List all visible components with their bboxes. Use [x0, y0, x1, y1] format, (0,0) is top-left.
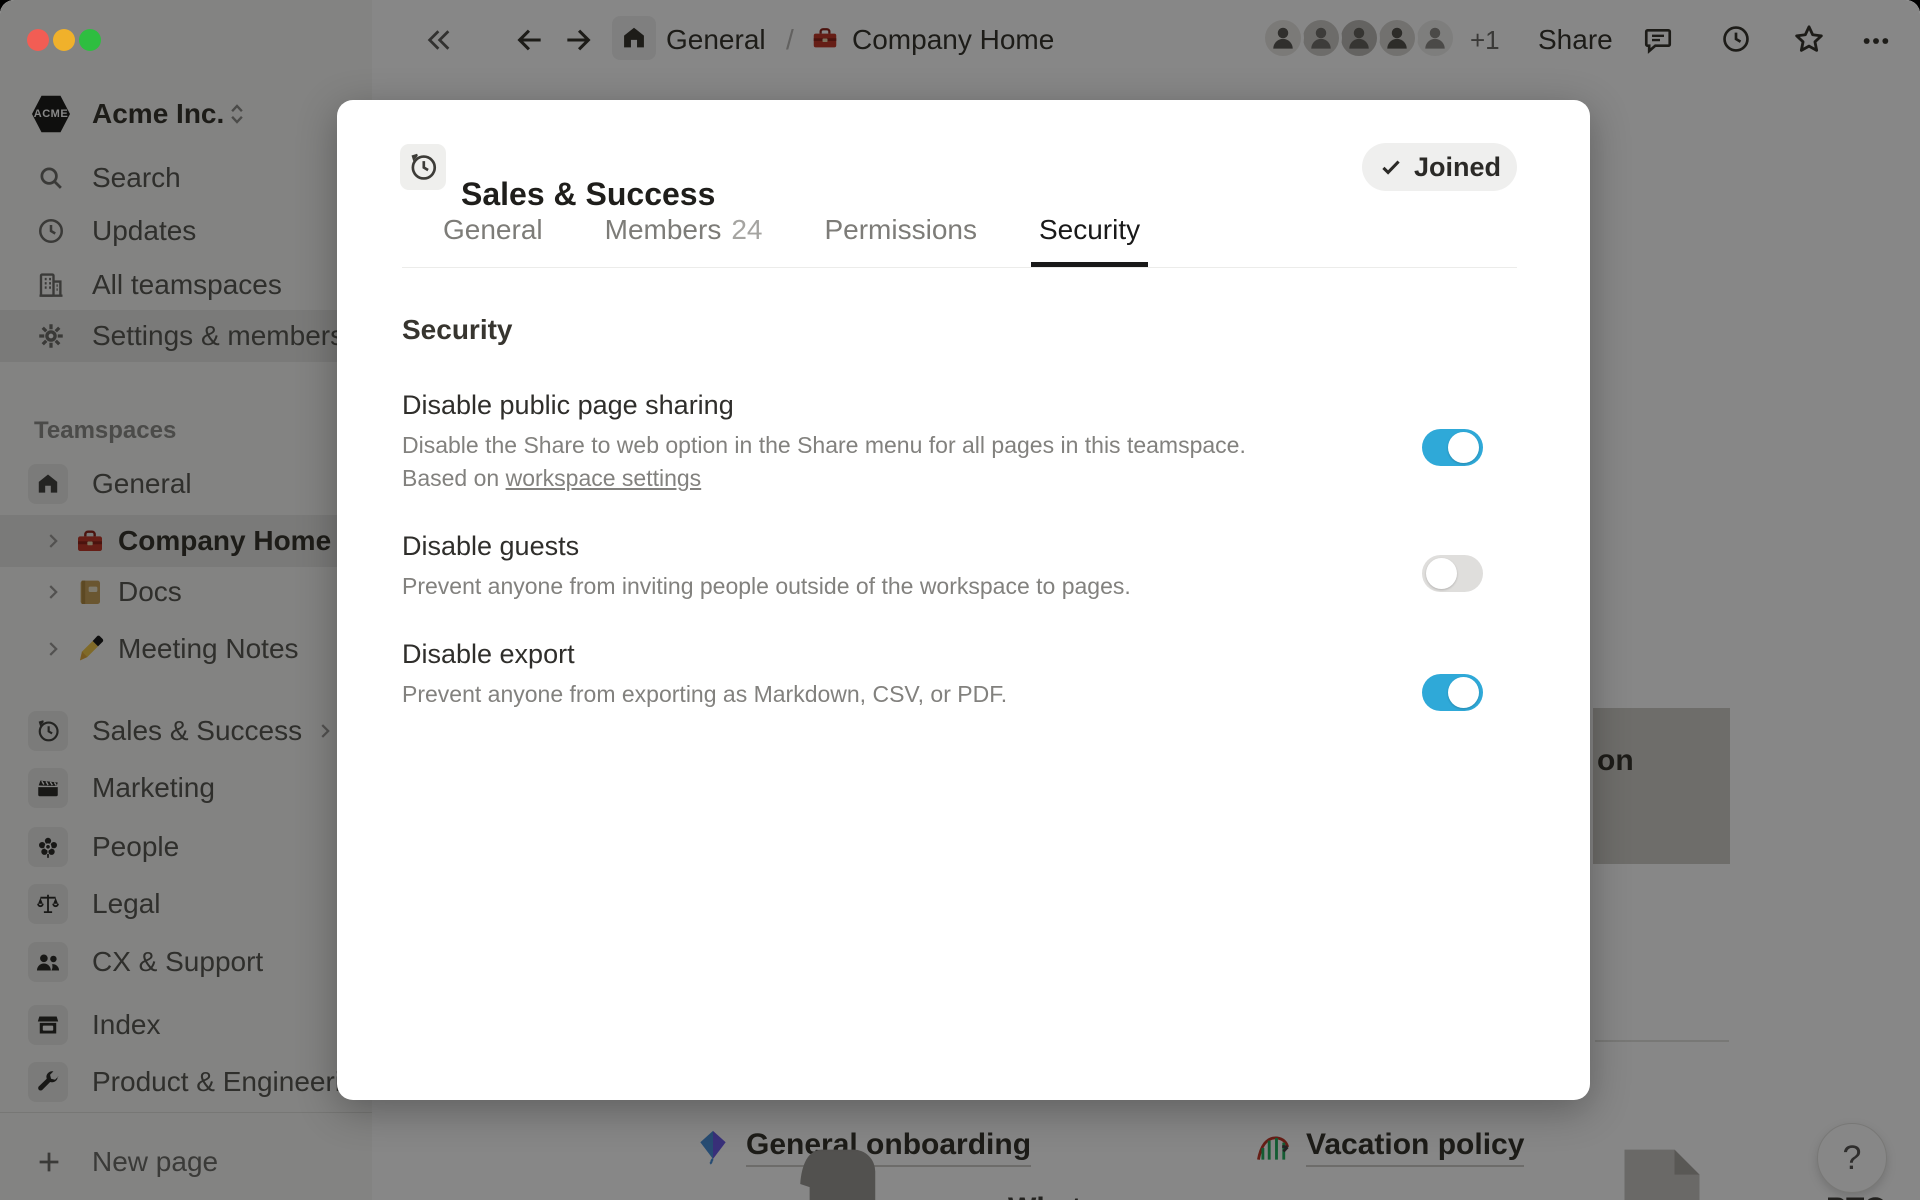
setting-disable-public-page-sharing: Disable public page sharing Disable the …: [402, 390, 1418, 495]
tab-members[interactable]: Members24: [597, 206, 771, 267]
setting-description: Disable the Share to web option in the S…: [402, 429, 1418, 495]
tab-permissions[interactable]: Permissions: [816, 206, 984, 267]
tab-security[interactable]: Security: [1031, 206, 1148, 267]
setting-disable-export: Disable export Prevent anyone from expor…: [402, 639, 1418, 711]
setting-description: Prevent anyone from inviting people outs…: [402, 570, 1418, 603]
check-icon: [1378, 154, 1404, 180]
setting-description: Prevent anyone from exporting as Markdow…: [402, 678, 1418, 711]
security-settings-panel: Security Disable public page sharing Dis…: [402, 314, 1418, 747]
clock-back-icon: [407, 151, 439, 183]
window-zoom-button[interactable]: [79, 29, 101, 51]
tab-general[interactable]: General: [435, 206, 551, 267]
setting-title: Disable guests: [402, 531, 1418, 562]
toggle-disable-public-page-sharing[interactable]: [1422, 429, 1483, 466]
window-close-button[interactable]: [27, 29, 49, 51]
toggle-disable-export[interactable]: [1422, 674, 1483, 711]
notion-app-window: ACME Acme Inc. Search Updates All teamsp…: [0, 0, 1920, 1200]
modal-tab-bar: General Members24 Permissions Security: [402, 206, 1517, 268]
joined-label: Joined: [1414, 152, 1501, 183]
setting-disable-guests: Disable guests Prevent anyone from invit…: [402, 531, 1418, 603]
workspace-settings-link[interactable]: workspace settings: [506, 465, 702, 491]
window-minimize-button[interactable]: [53, 29, 75, 51]
joined-button[interactable]: Joined: [1362, 143, 1517, 191]
teamspace-settings-modal: Sales & Success Joined General Members24…: [337, 100, 1590, 1100]
setting-title: Disable export: [402, 639, 1418, 670]
setting-title: Disable public page sharing: [402, 390, 1418, 421]
members-count-badge: 24: [731, 214, 762, 246]
toggle-disable-guests[interactable]: [1422, 555, 1483, 592]
section-title: Security: [402, 314, 1418, 346]
